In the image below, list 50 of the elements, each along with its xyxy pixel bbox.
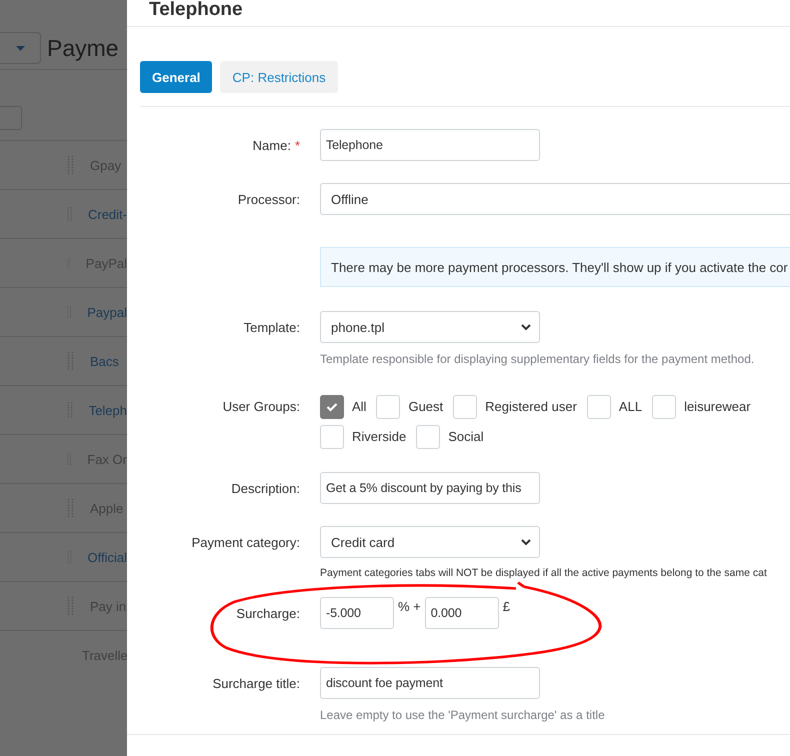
field-label: User Groups: xyxy=(222,399,300,414)
amount-input[interactable]: 0.000 xyxy=(424,597,499,629)
percent-input[interactable]: -5.000 xyxy=(320,597,394,629)
checkbox-label: leisurewear xyxy=(684,399,751,414)
help-text: Leave empty to use the 'Payment surcharge' as a title xyxy=(320,708,605,722)
drag-handle-icon xyxy=(67,498,75,518)
payment-method-link[interactable]: Credit- xyxy=(88,206,127,222)
template-select[interactable]: phone.tpl xyxy=(320,311,540,343)
caret-down-icon xyxy=(16,46,24,50)
currency-label: £ xyxy=(502,599,510,614)
processor-select[interactable]: Offline xyxy=(320,183,790,215)
drag-handle-icon xyxy=(67,351,75,371)
checkbox-label: Social xyxy=(448,429,484,444)
chevron-down-icon xyxy=(521,538,531,546)
drag-handle-icon xyxy=(67,400,74,420)
payment-category-select[interactable]: Credit card xyxy=(320,526,540,558)
dialog-title: Telephone xyxy=(149,0,243,20)
help-text: Payment categories tabs will NOT be displayed if all the active payments belong to the same cat xyxy=(320,567,767,579)
info-message: There may be more payment processors. They'll show up if you activate the cor xyxy=(320,247,790,287)
checkbox-label: All xyxy=(352,399,366,414)
required-mark: * xyxy=(294,138,300,153)
field-label: Surcharge title: xyxy=(212,676,300,691)
field-label: Payment category: xyxy=(192,535,300,550)
dropdown-toggle-button[interactable] xyxy=(0,32,41,64)
checkbox-label: ALL xyxy=(618,399,642,414)
name-input[interactable]: Telephone xyxy=(320,129,540,161)
field-label: Template: xyxy=(244,320,300,335)
field-label: Surcharge: xyxy=(236,606,300,621)
payment-method-link[interactable]: Official xyxy=(88,550,127,564)
checkbox[interactable] xyxy=(320,394,344,418)
description-input[interactable]: Get a 5% discount by paying by this xyxy=(320,472,540,504)
page-heading: Payme xyxy=(47,34,119,62)
checkbox-label: Riverside xyxy=(352,429,406,444)
unit-label: % + xyxy=(398,599,421,614)
field-label: Processor: xyxy=(238,192,300,207)
drag-handle-icon xyxy=(67,155,75,175)
payment-method-link[interactable]: Bacs xyxy=(90,354,119,368)
checkbox-label: Guest xyxy=(408,399,444,414)
field-label: Name: xyxy=(252,138,291,153)
payment-method-link[interactable]: Paypal xyxy=(87,304,127,320)
help-text: Template responsible for displaying supplementary fields for the payment method. xyxy=(320,352,754,366)
field-label: Description: xyxy=(231,481,300,496)
tab[interactable]: General xyxy=(140,61,212,93)
drag-handle-icon xyxy=(67,596,75,616)
payment-method-link[interactable]: Teleph xyxy=(88,402,127,418)
checkbox-label: Registered user xyxy=(485,399,577,414)
tab[interactable]: CP: Restrictions xyxy=(220,61,338,93)
chevron-down-icon xyxy=(521,324,531,330)
check-icon xyxy=(326,402,338,412)
surcharge-title-input[interactable]: discount foe payment xyxy=(320,667,540,699)
